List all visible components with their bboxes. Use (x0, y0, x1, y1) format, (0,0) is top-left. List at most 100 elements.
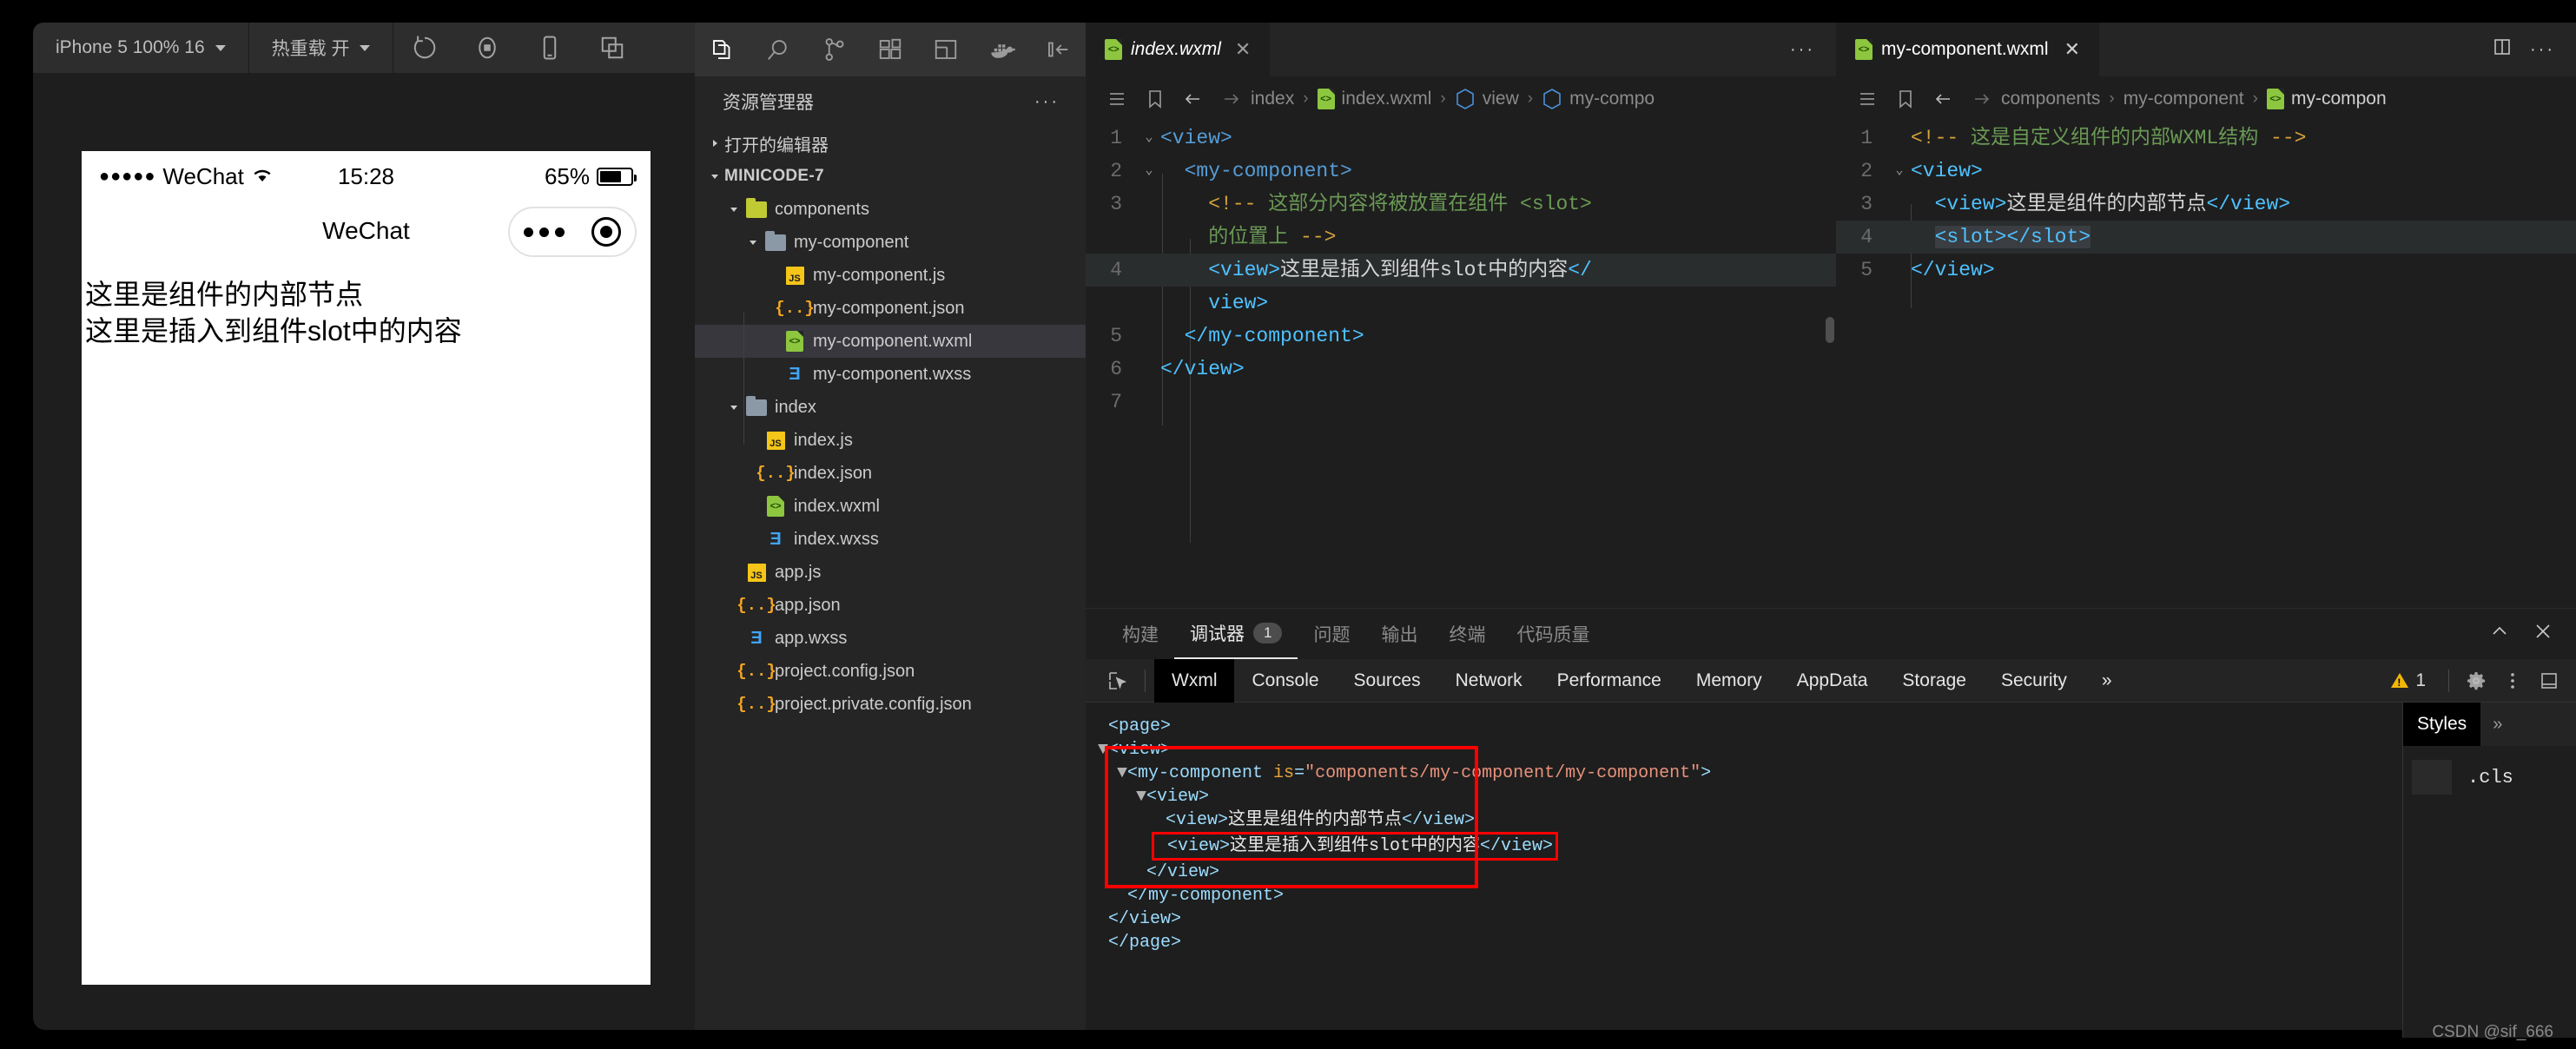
open-editors-section[interactable]: 打开的编辑器 (695, 127, 1086, 160)
devtools-tab-network[interactable]: Network (1438, 659, 1540, 703)
code-line[interactable]: 6 </view> (1086, 353, 1836, 386)
more-dots-icon[interactable] (523, 227, 565, 237)
code-line[interactable]: 7 (1086, 386, 1836, 419)
code-line[interactable]: 5 </view> (1836, 254, 2576, 287)
layout-icon[interactable] (918, 23, 974, 76)
gear-icon[interactable] (2458, 663, 2494, 699)
docker-icon[interactable] (974, 23, 1029, 76)
dom-node[interactable]: </my-component> (1098, 884, 2402, 907)
tab-index-wxml[interactable]: <> index.wxml ✕ (1086, 23, 1271, 76)
fold-chevron-icon[interactable] (1888, 221, 1911, 254)
breadcrumb-my-component-folder[interactable]: my-component (2124, 89, 2244, 109)
tree-item-project-private-config-json[interactable]: {..} project.private.config.json (695, 688, 1086, 721)
tree-item-index[interactable]: index (695, 391, 1086, 424)
breadcrumb-view[interactable]: view (1455, 88, 1519, 110)
fold-chevron-icon[interactable] (1888, 188, 1911, 221)
forward-arrow-icon[interactable] (1212, 89, 1251, 109)
back-arrow-icon[interactable] (1174, 89, 1212, 109)
code-line[interactable]: 1 <!-- 这是自定义组件的内部WXML结构 --> (1836, 122, 2576, 155)
target-icon[interactable] (591, 217, 622, 247)
disclosure-triangle-icon[interactable] (1098, 716, 1108, 736)
search-icon[interactable] (750, 23, 806, 76)
editor-more-icon[interactable]: ··· (2530, 40, 2555, 60)
styles-more-icon[interactable]: » (2480, 715, 2514, 735)
debugger-tab-代码质量[interactable]: 代码质量 (1501, 609, 1605, 659)
tree-item-my-component-wxml[interactable]: <> my-component.wxml (695, 325, 1086, 358)
breadcrumb-index[interactable]: index (1251, 89, 1294, 109)
phone-icon[interactable] (519, 23, 581, 73)
inspect-cursor-icon[interactable] (1100, 663, 1136, 699)
disclosure-triangle-icon[interactable]: ▼ (1117, 763, 1127, 783)
code-line[interactable]: 2 ⌄ <view> (1836, 155, 2576, 188)
close-icon[interactable]: ✕ (2064, 38, 2080, 61)
fold-chevron-icon[interactable] (1138, 287, 1160, 320)
devtools-tab-performance[interactable]: Performance (1540, 659, 1679, 703)
tree-item-my-component-wxss[interactable]: Ǝmy-component.wxss (695, 358, 1086, 391)
wechat-capsule[interactable] (508, 207, 637, 257)
tree-item-my-component-js[interactable]: JS my-component.js (695, 259, 1086, 292)
tree-item-app-json[interactable]: {..} app.json (695, 589, 1086, 622)
devtools-tab-storage[interactable]: Storage (1885, 659, 1984, 703)
disclosure-triangle-icon[interactable] (1098, 909, 1108, 929)
tree-item-my-component-json[interactable]: {..} my-component.json (695, 292, 1086, 325)
tab-styles[interactable]: Styles (2403, 703, 2481, 746)
files-icon[interactable] (695, 23, 750, 76)
forward-arrow-icon[interactable] (1963, 89, 2001, 109)
fold-chevron-icon[interactable]: ⌄ (1138, 155, 1160, 188)
dom-node[interactable]: </view> (1098, 907, 2402, 931)
fold-chevron-icon[interactable] (1138, 353, 1160, 386)
devtools-tab-sources[interactable]: Sources (1337, 659, 1438, 703)
debugger-tab-构建[interactable]: 构建 (1106, 609, 1174, 659)
kebab-icon[interactable] (2494, 663, 2531, 699)
devtools-tab-wxml[interactable]: Wxml (1154, 658, 1235, 703)
devtools-tab-memory[interactable]: Memory (1679, 659, 1780, 703)
tree-item-app-wxss[interactable]: Ǝapp.wxss (695, 622, 1086, 655)
devtools-tab-console[interactable]: Console (1234, 659, 1336, 703)
dom-node[interactable]: </view> (1098, 861, 2402, 884)
code-line[interactable]: 3 <view>这里是组件的内部节点</view> (1836, 188, 2576, 221)
fold-chevron-icon[interactable] (1888, 254, 1911, 287)
back-arrow-icon[interactable] (1925, 89, 1963, 109)
explorer-more-icon[interactable]: ··· (1034, 92, 1060, 112)
extensions-icon[interactable] (862, 23, 918, 76)
tree-item-index-wxss[interactable]: Ǝindex.wxss (695, 523, 1086, 556)
breadcrumb-index-wxml[interactable]: <> index.wxml (1317, 89, 1431, 109)
close-icon[interactable]: ✕ (1235, 38, 1251, 61)
fold-chevron-icon[interactable]: ⌄ (1888, 155, 1911, 188)
fold-chevron-icon[interactable]: ⌄ (1138, 122, 1160, 155)
devtools-tab-»[interactable]: » (2084, 659, 2130, 703)
disclosure-triangle-icon[interactable] (1136, 862, 1146, 882)
devtools-tab-security[interactable]: Security (1984, 659, 2084, 703)
dom-node[interactable]: ▼<my-component is="components/my-compone… (1098, 762, 2402, 785)
disclosure-triangle-icon[interactable] (1098, 933, 1108, 953)
device-selector[interactable]: iPhone 5 100% 16 (33, 23, 248, 73)
code-line[interactable]: 5 </my-component> (1086, 320, 1836, 353)
dom-node[interactable]: ▼<view> (1098, 738, 2402, 762)
dom-node[interactable]: <page> (1098, 715, 2402, 738)
code-line[interactable]: 4 <view>这里是插入到组件slot中的内容</ (1086, 254, 1836, 287)
tree-item-index-js[interactable]: JS index.js (695, 424, 1086, 457)
code-line[interactable]: view> (1086, 287, 1836, 320)
code-line[interactable]: 1 ⌄ <view> (1086, 122, 1836, 155)
tree-item-my-component[interactable]: my-component (695, 226, 1086, 259)
tree-item-app-js[interactable]: JS app.js (695, 556, 1086, 589)
close-icon[interactable] (2533, 621, 2553, 647)
debugger-tab-调试器[interactable]: 调试器 1 (1174, 609, 1298, 659)
dock-icon[interactable] (2531, 663, 2567, 699)
dom-node[interactable]: <view>这里是插入到组件slot中的内容</view> (1152, 832, 1559, 861)
fold-chevron-icon[interactable] (1888, 122, 1911, 155)
dom-node[interactable]: ▼<view> (1098, 785, 2402, 808)
breadcrumb-components[interactable]: components (2001, 89, 2100, 109)
code-line[interactable]: 4 <slot></slot> (1836, 221, 2576, 254)
debugger-tab-终端[interactable]: 终端 (1433, 609, 1501, 659)
hot-reload-selector[interactable]: 热重载 开 (249, 23, 393, 73)
debugger-tab-问题[interactable]: 问题 (1298, 609, 1365, 659)
fold-chevron-icon[interactable] (1138, 221, 1160, 254)
wxml-dom-tree[interactable]: <page> ▼<view> ▼<my-component is="componen… (1086, 703, 2402, 1038)
disclosure-triangle-icon[interactable]: ▼ (1098, 740, 1108, 760)
fold-chevron-icon[interactable] (1138, 254, 1160, 287)
code-line[interactable]: 3 <!-- 这部分内容将被放置在组件 <slot> (1086, 188, 1836, 221)
record-icon[interactable] (456, 23, 519, 73)
disclosure-triangle-icon[interactable] (1117, 886, 1127, 906)
tree-item-index-json[interactable]: {..} index.json (695, 457, 1086, 490)
